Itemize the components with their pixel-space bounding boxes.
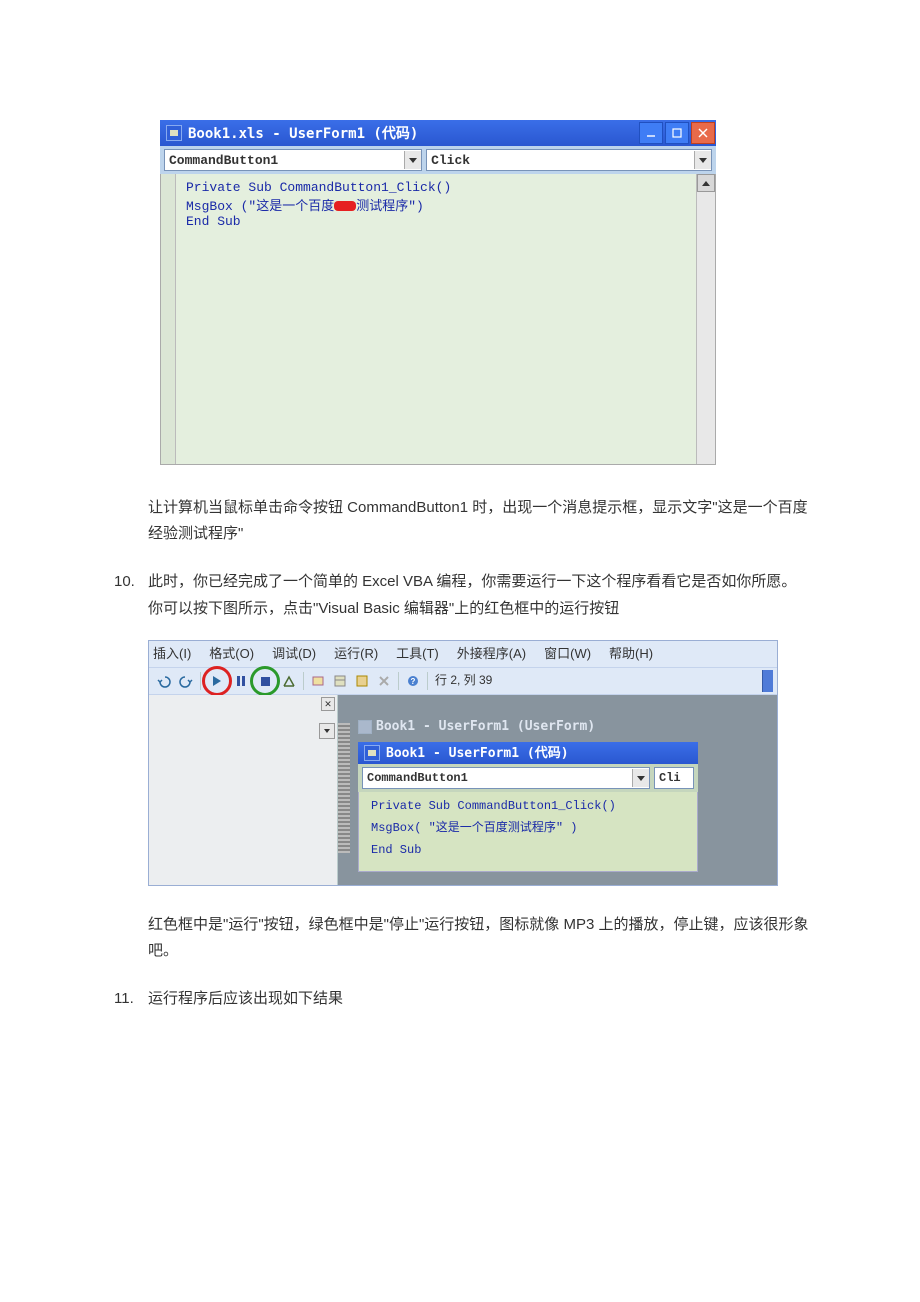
redo-button[interactable] bbox=[176, 671, 196, 691]
code-line: MsgBox ("这是一个百度 bbox=[186, 199, 334, 214]
chevron-down-icon[interactable] bbox=[632, 769, 649, 787]
window-icon bbox=[166, 125, 182, 141]
object-browser-button[interactable] bbox=[352, 671, 372, 691]
titlebar[interactable]: Book1.xls - UserForm1 (代码) bbox=[160, 120, 716, 146]
properties-window-button[interactable] bbox=[330, 671, 350, 691]
step-number: 11. bbox=[114, 985, 134, 1012]
code-line: MsgBox( "这是一个百度 bbox=[371, 821, 508, 835]
window-title: Book1.xls - UserForm1 (代码) bbox=[188, 123, 418, 143]
paragraph: 红色框中是"运行"按钮，绿色框中是"停止"运行按钮，图标就像 MP3 上的播放，… bbox=[148, 912, 810, 963]
code-line: Private Sub CommandButton1_Click() bbox=[371, 799, 616, 813]
menu-addins[interactable]: 外接程序(A) bbox=[457, 642, 526, 665]
code-line: End Sub bbox=[371, 843, 421, 857]
window-icon bbox=[364, 745, 380, 761]
designer-canvas: Book1 - UserForm1 (UserForm) Book1 - Use… bbox=[338, 695, 777, 885]
paragraph: 让计算机当鼠标单击命令按钮 CommandButton1 时，出现一个消息提示框… bbox=[148, 495, 810, 546]
menubar: 插入(I) 格式(O) 调试(D) 运行(R) 工具(T) 外接程序(A) 窗口… bbox=[149, 641, 777, 667]
stop-icon bbox=[261, 677, 270, 686]
run-button-highlighted[interactable] bbox=[202, 666, 232, 696]
cursor-position: 行 2, 列 39 bbox=[435, 670, 492, 692]
procedure-dropdown-value: Click bbox=[431, 153, 470, 168]
stop-button-highlighted[interactable] bbox=[250, 666, 280, 696]
close-button[interactable] bbox=[691, 122, 715, 144]
redaction-icon bbox=[334, 201, 356, 211]
design-mode-button[interactable] bbox=[279, 671, 299, 691]
code-line: End Sub bbox=[186, 214, 241, 229]
inner-object-dropdown[interactable]: CommandButton1 bbox=[362, 767, 650, 789]
vertical-scrollbar[interactable] bbox=[696, 174, 715, 464]
side-panel: ✕ bbox=[149, 695, 338, 885]
project-explorer-button[interactable] bbox=[308, 671, 328, 691]
play-icon bbox=[213, 676, 221, 686]
vba-editor-screenshot: 插入(I) 格式(O) 调试(D) 运行(R) 工具(T) 外接程序(A) 窗口… bbox=[148, 640, 778, 886]
step-item: 10. 此时，你已经完成了一个简单的 Excel VBA 编程，你需要运行一下这… bbox=[110, 568, 810, 963]
designer-label-text: Book1 - UserForm1 (UserForm) bbox=[376, 715, 595, 738]
code-gutter bbox=[161, 174, 176, 464]
toolbar-overflow[interactable] bbox=[762, 670, 773, 692]
inner-object-value: CommandButton1 bbox=[367, 768, 468, 790]
inner-code-editor[interactable]: Private Sub CommandButton1_Click() MsgBo… bbox=[358, 792, 698, 872]
object-dropdown-value: CommandButton1 bbox=[169, 153, 278, 168]
pause-button[interactable] bbox=[231, 671, 251, 691]
toolbox-button[interactable] bbox=[374, 671, 394, 691]
inner-procedure-dropdown[interactable]: Cli bbox=[654, 767, 694, 789]
designer-label: Book1 - UserForm1 (UserForm) bbox=[358, 715, 777, 738]
pause-icon bbox=[237, 676, 245, 686]
step-text: 此时，你已经完成了一个简单的 Excel VBA 编程，你需要运行一下这个程序看… bbox=[148, 573, 796, 617]
inner-titlebar[interactable]: Book1 - UserForm1 (代码) bbox=[358, 742, 698, 764]
toolbar: ? 行 2, 列 39 bbox=[149, 667, 777, 695]
help-button[interactable]: ? bbox=[403, 671, 423, 691]
chevron-down-icon[interactable] bbox=[694, 151, 711, 169]
menu-help[interactable]: 帮助(H) bbox=[609, 642, 653, 665]
menu-debug[interactable]: 调试(D) bbox=[272, 642, 316, 665]
form-icon bbox=[358, 720, 372, 734]
vba-code-window: Book1.xls - UserForm1 (代码) CommandButton… bbox=[160, 120, 716, 465]
code-line: Private Sub CommandButton1_Click() bbox=[186, 180, 451, 195]
step-item: 11. 运行程序后应该出现如下结果 bbox=[110, 985, 810, 1012]
inner-window-title: Book1 - UserForm1 (代码) bbox=[386, 742, 569, 765]
code-line: 测试程序") bbox=[356, 199, 424, 214]
menu-insert[interactable]: 插入(I) bbox=[153, 642, 191, 665]
panel-close-button[interactable]: ✕ bbox=[321, 697, 335, 711]
undo-button[interactable] bbox=[154, 671, 174, 691]
step-text: 运行程序后应该出现如下结果 bbox=[148, 990, 343, 1007]
panel-dropdown-button[interactable] bbox=[319, 723, 335, 739]
menu-run[interactable]: 运行(R) bbox=[334, 642, 378, 665]
inner-code-window: Book1 - UserForm1 (代码) CommandButton1 Cl… bbox=[358, 742, 698, 872]
splitter-grip[interactable] bbox=[338, 723, 350, 853]
object-dropdown[interactable]: CommandButton1 bbox=[164, 149, 422, 171]
inner-procedure-value: Cli bbox=[659, 768, 681, 790]
menu-tools[interactable]: 工具(T) bbox=[396, 642, 439, 665]
minimize-button[interactable] bbox=[639, 122, 663, 144]
menu-window[interactable]: 窗口(W) bbox=[544, 642, 591, 665]
code-line: 测试程序" ) bbox=[508, 821, 578, 835]
procedure-dropdown[interactable]: Click bbox=[426, 149, 712, 171]
maximize-button[interactable] bbox=[665, 122, 689, 144]
step-number: 10. bbox=[114, 568, 135, 595]
menu-format[interactable]: 格式(O) bbox=[209, 642, 254, 665]
svg-text:?: ? bbox=[411, 677, 416, 686]
code-editor[interactable]: Private Sub CommandButton1_Click() MsgBo… bbox=[176, 174, 696, 464]
scroll-up-button[interactable] bbox=[697, 174, 715, 192]
chevron-down-icon[interactable] bbox=[404, 151, 421, 169]
